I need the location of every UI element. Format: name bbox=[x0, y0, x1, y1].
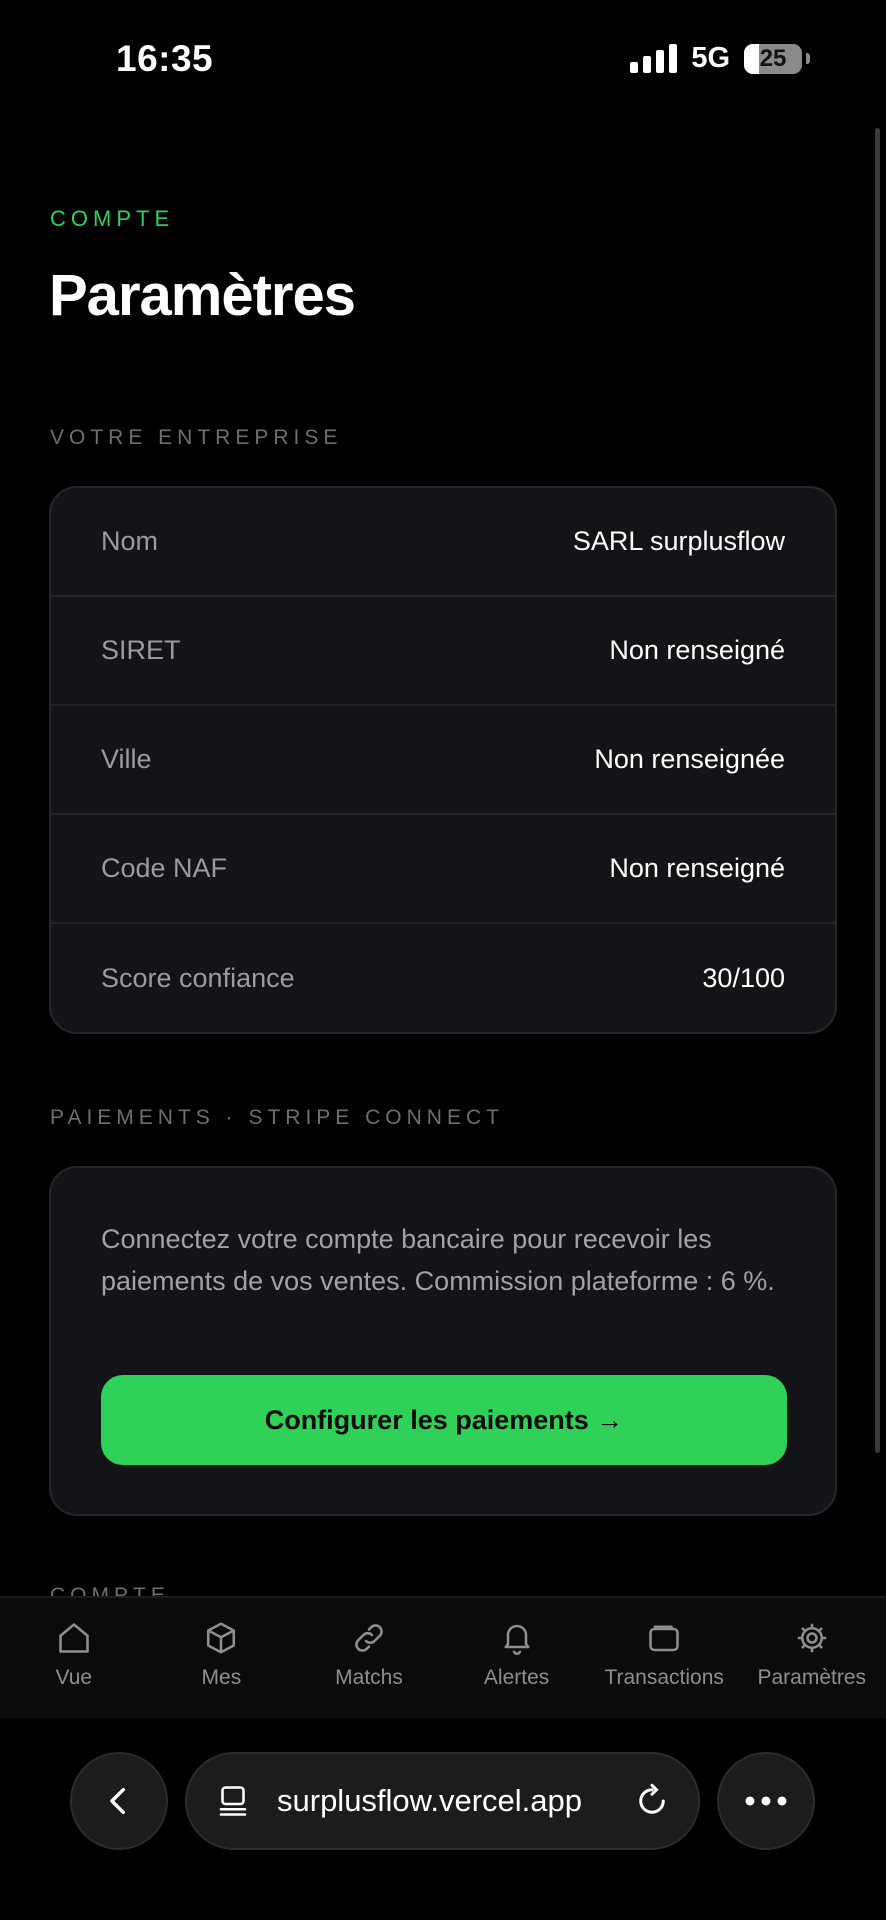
tab-vue[interactable]: Vue bbox=[0, 1598, 148, 1718]
reload-icon[interactable] bbox=[634, 1783, 670, 1819]
back-button[interactable] bbox=[70, 1752, 168, 1850]
company-card: Nom SARL surplusflow SIRET Non renseigné… bbox=[49, 486, 837, 1034]
home-icon bbox=[59, 1623, 89, 1653]
payments-section-label: PAIEMENTS · STRIPE CONNECT bbox=[50, 1106, 504, 1129]
row-value: SARL surplusflow bbox=[572, 526, 785, 556]
signal-icon bbox=[630, 43, 678, 73]
scrollbar[interactable] bbox=[875, 128, 880, 1453]
row-value: Non renseigné bbox=[609, 635, 785, 665]
bottom-tab-bar: Vue Mes Matchs Alertes Transactions Para… bbox=[0, 1596, 886, 1718]
row-label: Nom bbox=[101, 526, 159, 556]
browser-toolbar: surplusflow.vercel.app bbox=[0, 1718, 886, 1920]
tab-label: Mes bbox=[201, 1666, 242, 1689]
row-label: SIRET bbox=[101, 635, 181, 665]
battery-icon: 25 bbox=[744, 43, 802, 74]
link-icon bbox=[355, 1624, 383, 1652]
tab-mes[interactable]: Mes bbox=[148, 1598, 296, 1718]
company-row-naf[interactable]: Code NAF Non renseigné bbox=[51, 815, 835, 924]
row-value: Non renseignée bbox=[594, 744, 785, 774]
wallet-icon bbox=[649, 1625, 679, 1652]
company-section-label: VOTRE ENTREPRISE bbox=[50, 426, 343, 449]
tab-parametres[interactable]: Paramètres bbox=[738, 1598, 886, 1718]
more-button[interactable] bbox=[717, 1752, 815, 1850]
url-text: surplusflow.vercel.app bbox=[277, 1783, 582, 1818]
tab-label: Matchs bbox=[335, 1666, 403, 1689]
ellipsis-icon bbox=[745, 1796, 787, 1806]
configure-payments-button[interactable]: Configurer les paiements → bbox=[101, 1375, 787, 1465]
payments-description: Connectez votre compte bancaire pour rec… bbox=[101, 1224, 775, 1296]
address-bar[interactable]: surplusflow.vercel.app bbox=[185, 1752, 700, 1850]
tab-label: Alertes bbox=[483, 1666, 550, 1689]
status-time: 16:35 bbox=[116, 38, 214, 79]
row-label: Ville bbox=[101, 744, 152, 774]
bell-icon bbox=[504, 1624, 530, 1655]
row-value: Non renseigné bbox=[609, 853, 785, 883]
tab-label: Vue bbox=[55, 1666, 93, 1689]
row-label: Score confiance bbox=[101, 963, 295, 993]
page-title: Paramètres bbox=[49, 263, 356, 328]
status-indicators: 5G 25 bbox=[630, 42, 810, 75]
tab-matchs[interactable]: Matchs bbox=[295, 1598, 443, 1718]
battery-level: 25 bbox=[759, 44, 787, 72]
chevron-left-icon bbox=[110, 1787, 125, 1815]
company-row-city[interactable]: Ville Non renseignée bbox=[51, 706, 835, 815]
status-bar: 16:35 5G 25 bbox=[0, 0, 886, 120]
gear-icon bbox=[797, 1623, 827, 1653]
company-row-trust-score[interactable]: Score confiance 30/100 bbox=[51, 924, 835, 1032]
tab-label: Paramètres bbox=[757, 1666, 867, 1689]
section-eyebrow: COMPTE bbox=[50, 206, 175, 231]
row-value: 30/100 bbox=[702, 963, 785, 993]
box-icon bbox=[207, 1622, 236, 1654]
row-label: Code NAF bbox=[101, 853, 228, 883]
network-type: 5G bbox=[691, 42, 730, 74]
company-row-siret[interactable]: SIRET Non renseigné bbox=[51, 597, 835, 706]
tab-alertes[interactable]: Alertes bbox=[443, 1598, 591, 1718]
tabs-icon bbox=[219, 1786, 247, 1816]
tab-label: Transactions bbox=[604, 1666, 724, 1689]
payments-card: Connectez votre compte bancaire pour rec… bbox=[49, 1166, 837, 1516]
company-row-name[interactable]: Nom SARL surplusflow bbox=[51, 488, 835, 597]
tab-transactions[interactable]: Transactions bbox=[590, 1598, 738, 1718]
